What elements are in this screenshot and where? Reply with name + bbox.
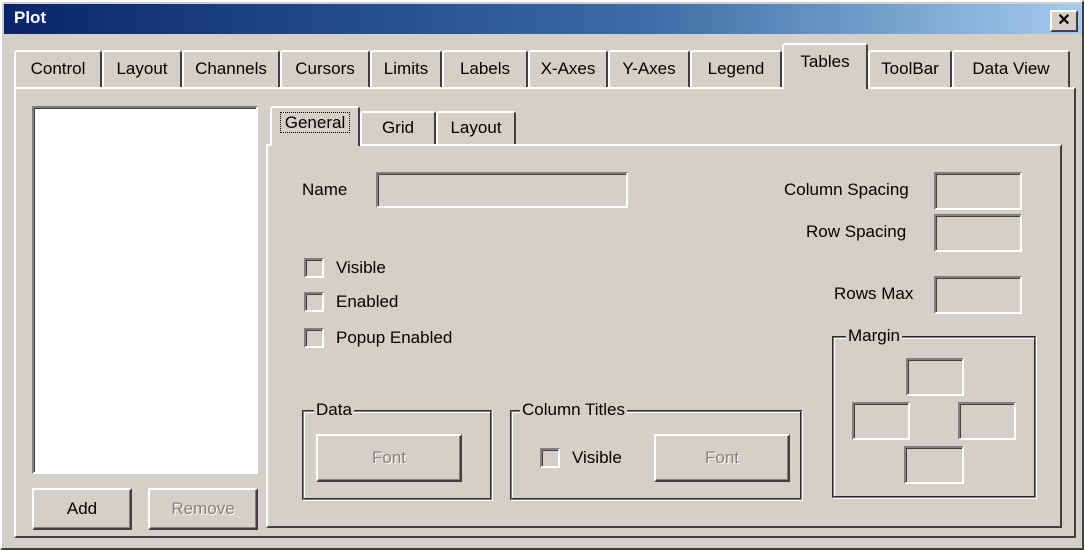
tab-tables[interactable]: Tables xyxy=(782,43,868,89)
subtab-grid[interactable]: Grid xyxy=(360,111,436,145)
tab-y-axes[interactable]: Y-Axes xyxy=(608,50,690,88)
rows-max-label: Rows Max xyxy=(834,284,914,303)
tab-control[interactable]: Control xyxy=(14,50,102,88)
margin-top-field[interactable] xyxy=(906,358,964,396)
rows-max-field[interactable] xyxy=(934,276,1022,314)
margin-right-field[interactable] xyxy=(958,402,1016,440)
subtab-general[interactable]: General xyxy=(270,106,360,146)
tab-labels[interactable]: Labels xyxy=(442,50,528,88)
tab-legend[interactable]: Legend xyxy=(690,50,782,88)
close-icon[interactable]: ✕ xyxy=(1050,10,1078,32)
margin-bottom-field[interactable] xyxy=(904,446,964,484)
column-spacing-field[interactable] xyxy=(934,172,1022,210)
popup-enabled-checkbox[interactable] xyxy=(304,328,324,348)
row-spacing-label: Row Spacing xyxy=(806,222,907,241)
title-bar[interactable]: Plot ✕ xyxy=(4,4,1082,34)
enabled-checkbox[interactable] xyxy=(304,292,324,312)
column-titles-font-button[interactable]: Font xyxy=(654,434,790,482)
tables-list[interactable] xyxy=(32,106,258,474)
tab-x-axes[interactable]: X-Axes xyxy=(528,50,608,88)
tab-limits[interactable]: Limits xyxy=(370,50,442,88)
tab-data-view[interactable]: Data View xyxy=(952,50,1070,88)
tab-channels[interactable]: Channels xyxy=(182,50,280,88)
name-field[interactable] xyxy=(376,172,628,208)
subtab-general-label: General xyxy=(279,112,351,133)
enabled-label: Enabled xyxy=(336,292,399,311)
tab-toolbar[interactable]: ToolBar xyxy=(868,50,952,88)
margin-group-title: Margin xyxy=(846,326,902,346)
column-spacing-label: Column Spacing xyxy=(784,180,909,199)
column-titles-visible-checkbox[interactable] xyxy=(540,448,560,468)
name-label: Name xyxy=(302,180,348,199)
column-titles-visible-label: Visible xyxy=(572,448,622,467)
subtab-layout[interactable]: Layout xyxy=(436,111,516,145)
tab-layout[interactable]: Layout xyxy=(102,50,182,88)
tab-cursors[interactable]: Cursors xyxy=(280,50,370,88)
add-button[interactable]: Add xyxy=(32,488,132,530)
remove-button[interactable]: Remove xyxy=(148,488,258,530)
data-group-title: Data xyxy=(314,400,354,420)
visible-label: Visible xyxy=(336,258,386,277)
popup-enabled-label: Popup Enabled xyxy=(336,328,453,347)
row-spacing-field[interactable] xyxy=(934,214,1022,252)
column-titles-group-title: Column Titles xyxy=(520,400,627,420)
window-title: Plot xyxy=(14,8,47,27)
margin-left-field[interactable] xyxy=(852,402,910,440)
data-font-button[interactable]: Font xyxy=(316,434,462,482)
visible-checkbox[interactable] xyxy=(304,258,324,278)
